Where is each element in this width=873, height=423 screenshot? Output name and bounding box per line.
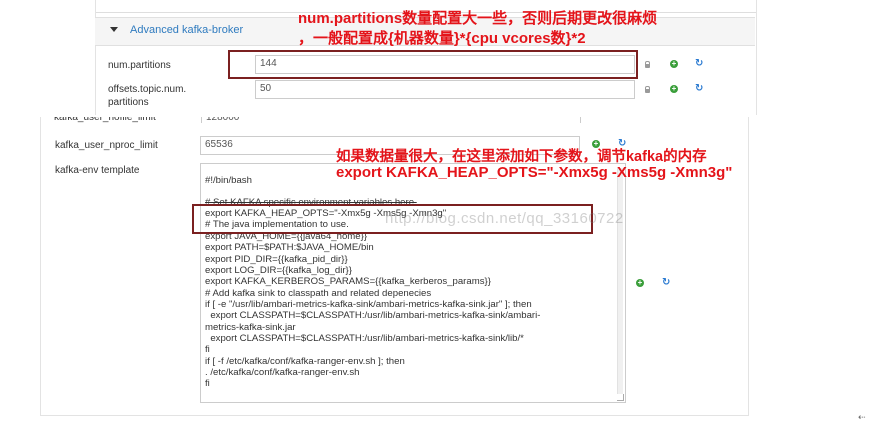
annotation-mid-line1: 如果数据量很大，在这里添加如下参数，调节kafka的内存	[336, 149, 707, 165]
nofile-limit-input[interactable]: 128000	[201, 117, 581, 123]
lock-icon	[645, 61, 650, 68]
section-title[interactable]: Advanced kafka-broker	[130, 24, 243, 36]
refresh-icon[interactable]: ↻	[662, 278, 670, 288]
offsets-topic-partitions-input[interactable]: 50	[255, 80, 635, 99]
code-line: # Add kafka sink to classpath and relate…	[205, 288, 432, 299]
code-line: export KAFKA_KERBEROS_PARAMS={{kafka_ker…	[205, 276, 491, 287]
code-line: . /etc/kafka/conf/kafka-ranger-env.sh	[205, 367, 360, 378]
nproc-limit-label: kafka_user_nproc_limit	[55, 140, 158, 151]
code-line: export CLASSPATH=$CLASSPATH:/usr/lib/amb…	[205, 310, 541, 321]
code-line: export CLASSPATH=$CLASSPATH:/usr/lib/amb…	[205, 333, 524, 344]
plus-circle-icon[interactable]: +	[670, 60, 678, 68]
nofile-limit-label: kafka_user_nofile_limit	[54, 117, 156, 123]
lock-icon	[645, 86, 650, 93]
partial-row-clip: kafka_user_nofile_limit 128000	[40, 117, 747, 123]
num-partitions-label: num.partitions	[108, 60, 171, 71]
code-line: if [ -f /etc/kafka/conf/kafka-ranger-env…	[205, 356, 405, 367]
plus-circle-icon[interactable]: +	[670, 85, 678, 93]
highlight-box	[228, 50, 638, 79]
code-line: fi	[205, 378, 210, 389]
annotation-top-line2: ，一般配置成{机器数量}*{cpu vcores数}*2	[298, 30, 586, 47]
code-line: export LOG_DIR={{kafka_log_dir}}	[205, 265, 352, 276]
code-line: export PID_DIR={{kafka_pid_dir}}	[205, 254, 348, 265]
annotation-top-line1: num.partitions数量配置大一些，否则后期更改很麻烦	[298, 10, 658, 27]
code-line: #!/bin/bash	[205, 175, 252, 186]
plus-circle-icon[interactable]: +	[636, 279, 644, 287]
kafka-env-template-label: kafka-env template	[55, 165, 140, 176]
caret-down-icon[interactable]	[110, 27, 118, 32]
annotation-mid-line2: export KAFKA_HEAP_OPTS="-Xmx5g -Xms5g -X…	[336, 164, 733, 181]
code-line: export PATH=$PATH:$JAVA_HOME/bin	[205, 242, 374, 253]
resize-grip-icon[interactable]	[617, 394, 624, 401]
watermark: http://blog.csdn.net/qq_33160722	[385, 210, 624, 227]
cursor-icon: ⇠	[858, 412, 866, 422]
refresh-icon[interactable]: ↻	[695, 84, 703, 94]
textarea-scrollbar[interactable]	[617, 168, 623, 394]
offsets-topic-partitions-label: offsets.topic.num. partitions	[108, 84, 187, 108]
code-line: fi	[205, 344, 210, 355]
code-line: if [ -e "/usr/lib/ambari-metrics-kafka-s…	[205, 299, 532, 310]
refresh-icon[interactable]: ↻	[695, 59, 703, 69]
code-line: metrics-kafka-sink.jar	[205, 322, 296, 333]
kafka-env-template-textarea[interactable]: #!/bin/bash # Set KAFKA specific environ…	[200, 163, 626, 403]
